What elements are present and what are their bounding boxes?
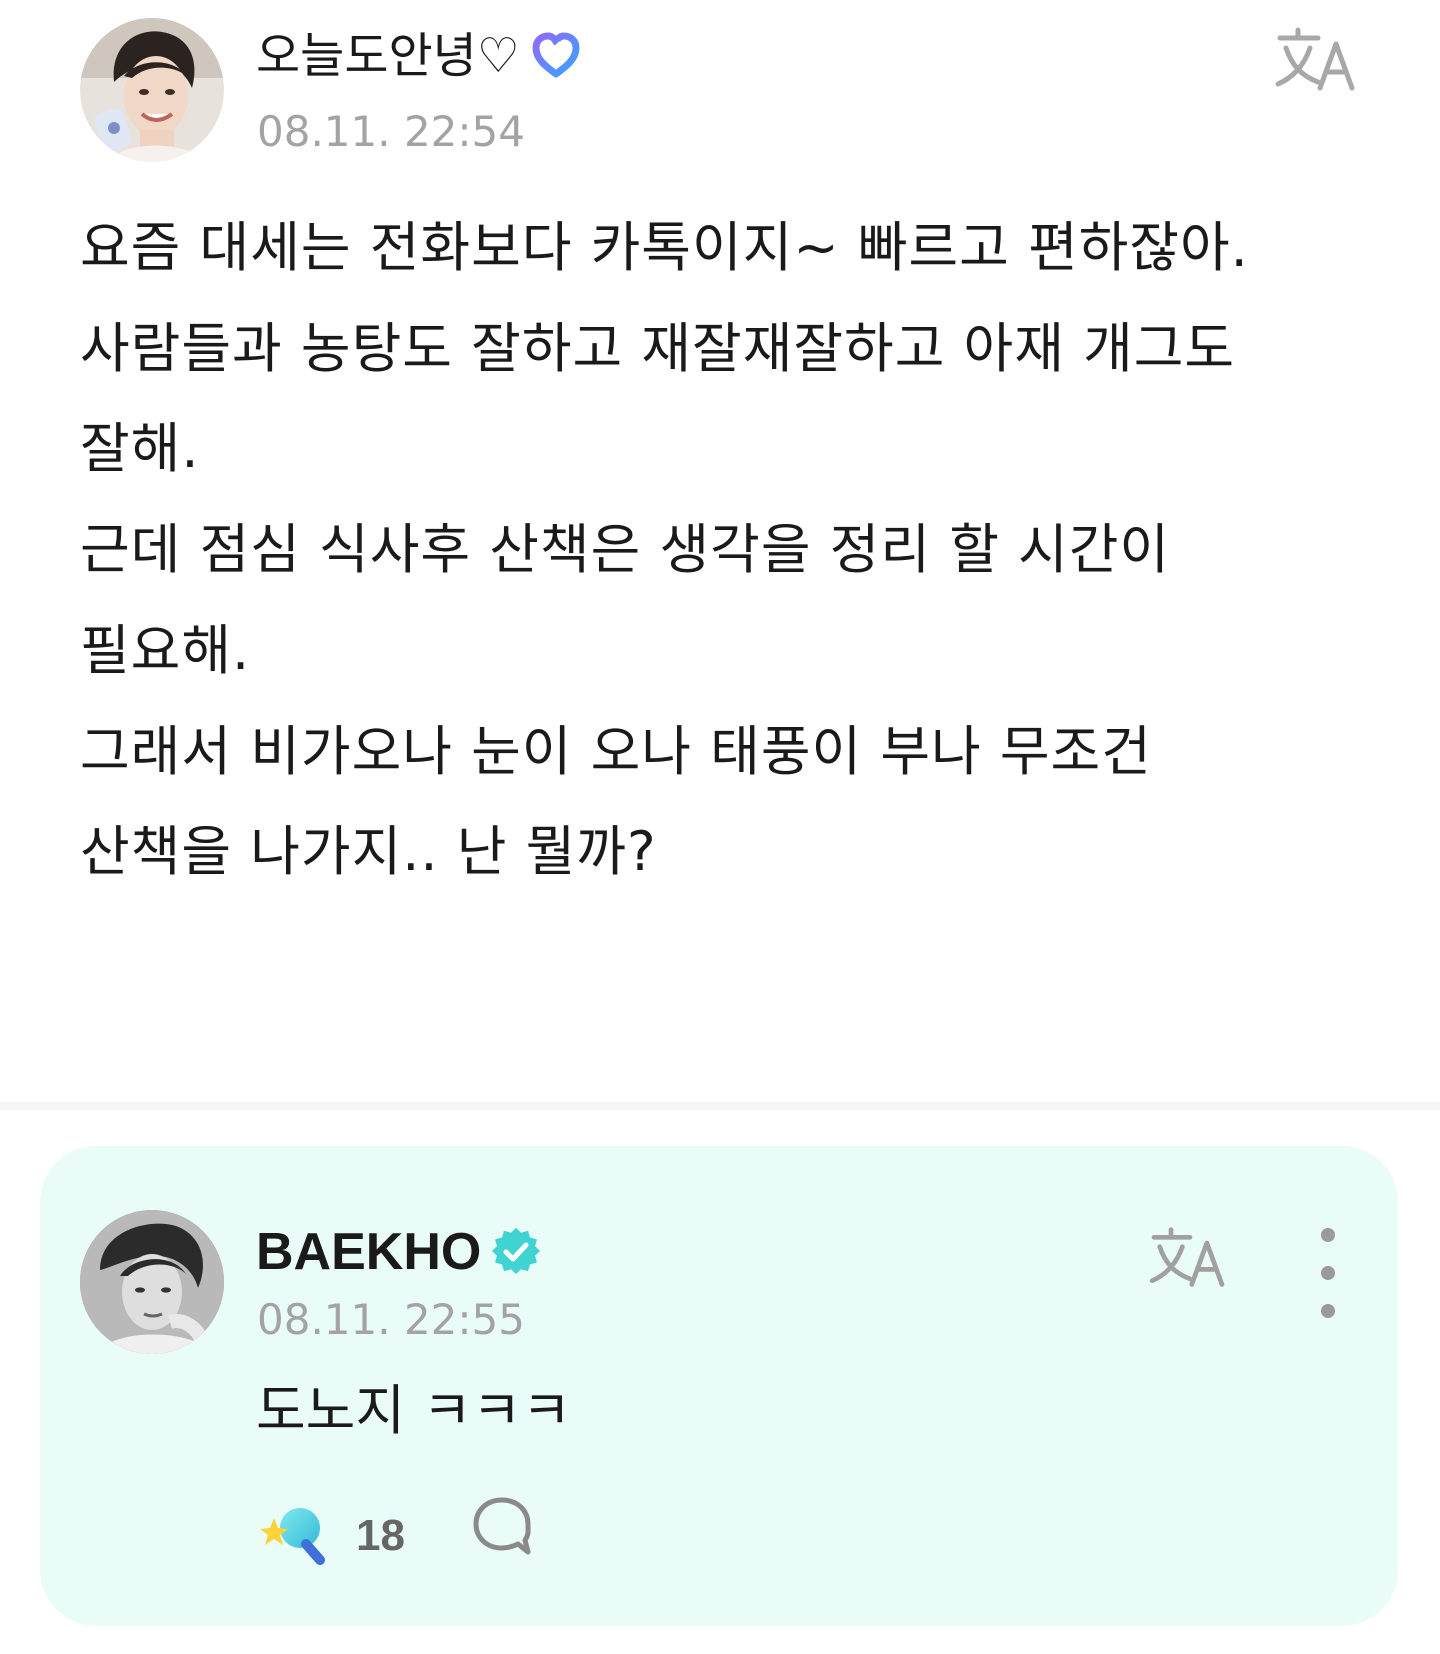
comment-text: 도노지 ㅋㅋㅋ xyxy=(256,1379,572,1442)
verified-badge-icon xyxy=(491,1227,541,1277)
fan-badge-icon xyxy=(530,30,582,82)
reaction-icon xyxy=(260,1502,330,1570)
translate-icon[interactable] xyxy=(1148,1226,1228,1292)
divider xyxy=(0,1102,1440,1110)
more-dot xyxy=(1321,1304,1335,1318)
post-body-text: 요즘 대세는 전화보다 카톡이지~ 빠르고 편하잖아. 사람들과 농탕도 잘하고… xyxy=(80,216,1249,884)
post-author-name-row: 오늘도안녕♡ xyxy=(256,26,582,86)
comment-author-name[interactable]: BAEKHO xyxy=(256,1222,481,1282)
post-timestamp: 08.11. 22:54 xyxy=(257,107,525,156)
reaction-count: 18 xyxy=(356,1511,405,1560)
comment-author-avatar[interactable] xyxy=(80,1210,224,1354)
comment-author-name-row: BAEKHO xyxy=(256,1222,541,1282)
reply-icon[interactable] xyxy=(470,1494,534,1558)
post-author-name[interactable]: 오늘도안녕♡ xyxy=(256,26,520,86)
post-author-avatar[interactable] xyxy=(80,18,224,162)
comment-card[interactable]: BAEKHO 08.11. 22:55 도노지 ㅋㅋㅋ 18 xyxy=(40,1146,1398,1626)
comment-timestamp: 08.11. 22:55 xyxy=(257,1295,525,1344)
more-dot xyxy=(1321,1266,1335,1280)
reaction-button[interactable]: 18 xyxy=(260,1502,405,1570)
post: 오늘도안녕♡ 08.11. 22:54 요즘 대세는 전화보다 카톡이지~ 빠르… xyxy=(0,0,1440,1100)
more-options-icon[interactable] xyxy=(1308,1228,1348,1318)
more-dot xyxy=(1321,1228,1335,1242)
translate-icon[interactable] xyxy=(1274,26,1358,96)
